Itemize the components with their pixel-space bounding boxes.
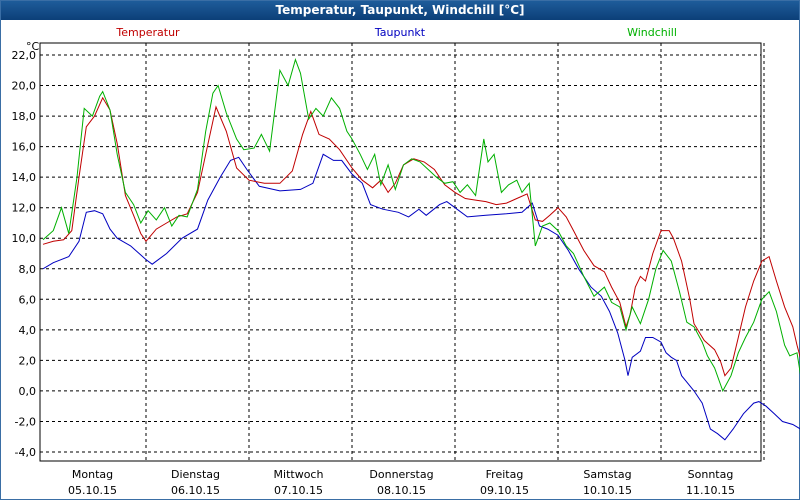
y-tick-label: 20,0 bbox=[12, 80, 37, 93]
y-tick-label: -2,0 bbox=[15, 415, 36, 428]
x-tick-day: Samstag bbox=[583, 468, 631, 481]
x-tick-date: 06.10.15 bbox=[171, 484, 220, 497]
x-tick-day: Dienstag bbox=[171, 468, 220, 481]
y-axis-ticks: 22,020,018,016,014,012,010,08,06,04,02,0… bbox=[12, 49, 37, 459]
x-tick-day: Donnerstag bbox=[369, 468, 433, 481]
y-tick-label: 0,0 bbox=[19, 385, 37, 398]
x-tick-date: 05.10.15 bbox=[68, 484, 117, 497]
x-axis-ticks: Montag 05.10.15 Dienstag 06.10.15 Mittwoch 07… bbox=[68, 468, 735, 497]
x-tick-date: 10.10.15 bbox=[583, 484, 632, 497]
x-tick-day: Montag bbox=[72, 468, 113, 481]
chart-title: Temperatur, Taupunkt, Windchill [°C] bbox=[1, 1, 799, 20]
y-unit-label: °C bbox=[26, 40, 40, 53]
x-tick-day: Sonntag bbox=[688, 468, 734, 481]
y-tick-label: 16,0 bbox=[12, 141, 37, 154]
y-tick-label: 18,0 bbox=[12, 110, 37, 123]
line-chart: 22,020,018,016,014,012,010,08,06,04,02,0… bbox=[12, 26, 800, 497]
y-tick-label: 4,0 bbox=[19, 324, 37, 337]
legend-taupunkt: Taupunkt bbox=[374, 26, 426, 39]
x-tick-date: 07.10.15 bbox=[274, 484, 323, 497]
y-tick-label: 2,0 bbox=[19, 354, 37, 367]
y-tick-label: 12,0 bbox=[12, 202, 37, 215]
x-tick-date: 08.10.15 bbox=[377, 484, 426, 497]
y-tick-label: 8,0 bbox=[19, 263, 37, 276]
x-tick-date: 11.10.15 bbox=[686, 484, 735, 497]
legend-temperatur: Temperatur bbox=[115, 26, 180, 39]
legend-windchill: Windchill bbox=[627, 26, 677, 39]
x-tick-day: Freitag bbox=[486, 468, 524, 481]
y-tick-label: -4,0 bbox=[15, 446, 36, 459]
x-tick-date: 09.10.15 bbox=[480, 484, 529, 497]
x-tick-day: Mittwoch bbox=[274, 468, 324, 481]
y-tick-label: 14,0 bbox=[12, 171, 37, 184]
y-tick-label: 6,0 bbox=[19, 293, 37, 306]
y-tick-label: 10,0 bbox=[12, 232, 37, 245]
